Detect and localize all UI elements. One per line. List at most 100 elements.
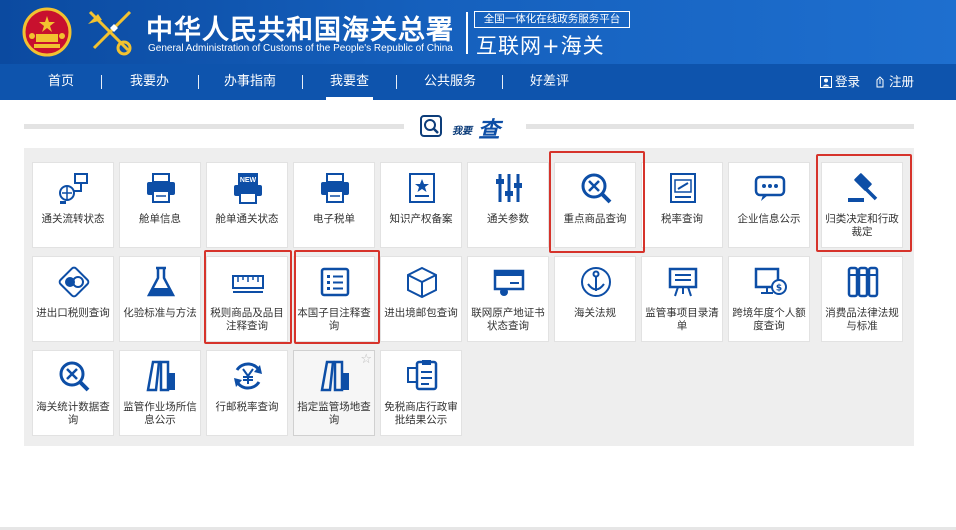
tile-ip-record[interactable]: 知识产权备案 (380, 162, 462, 248)
chat-bubble-icon (754, 175, 786, 201)
tile-designated-site-query[interactable]: ☆ 指定监管场地查询 (293, 350, 375, 436)
book-rack-icon (847, 266, 879, 298)
tile-label: 通关参数 (487, 213, 529, 225)
flask-icon (146, 266, 176, 297)
money-monitor-icon: $ (754, 267, 787, 295)
nav-item-query[interactable]: 我要查 (325, 64, 374, 100)
tile-key-goods-query[interactable]: 重点商品查询 (554, 162, 636, 248)
tile-clearance-params[interactable]: 通关参数 (467, 162, 549, 248)
tile-supervision-item-list[interactable]: 监管事项目录清单 (641, 256, 723, 342)
tile-consumer-goods-law[interactable]: 消费品法律法规与标准 (821, 256, 903, 342)
tile-label: 免税商店行政审批结果公示 (384, 401, 458, 426)
tile-label: 进出境邮包查询 (384, 307, 458, 319)
section-rule-left (24, 124, 404, 129)
tile-manifest-info[interactable]: 舱单信息 (119, 162, 201, 248)
tile-supervision-site-info[interactable]: 监管作业场所信息公示 (119, 350, 201, 436)
parcel-box-icon (407, 266, 437, 299)
site-header: 中华人民共和国海关总署 General Administration of Cu… (0, 0, 956, 64)
section-rule-right (526, 124, 914, 129)
magnifier-icon (420, 115, 442, 137)
section-title: 查 (478, 118, 501, 143)
tile-postal-parcel-query[interactable]: 进出境邮包查询 (380, 256, 462, 342)
tile-label: 本国子目注释查询 (297, 307, 371, 332)
nav-separator (101, 75, 102, 89)
printer-icon (321, 173, 349, 203)
section-title-prefix: 我要 (452, 126, 472, 137)
tile-lab-standards[interactable]: 化验标准与方法 (119, 256, 201, 342)
tile-tax-rate-query[interactable]: 税率查询 (641, 162, 723, 248)
tile-label: 行邮税率查询 (215, 401, 279, 413)
list-document-icon (320, 267, 350, 297)
tile-national-subheading-notes[interactable]: 本国子目注释查询 (293, 256, 375, 342)
search-tools-icon (59, 361, 90, 392)
coins-icon (58, 266, 90, 298)
nav-item-guide[interactable]: 办事指南 (224, 64, 276, 100)
national-emblem-icon (22, 7, 72, 57)
anchor-icon (581, 267, 611, 297)
tile-customs-statistics[interactable]: 海关统计数据查询 (32, 350, 114, 436)
tile-label: 监管作业场所信息公示 (123, 401, 197, 426)
new-document-printer-icon: NEW (234, 173, 262, 204)
nav-item-home[interactable]: 首页 (48, 64, 74, 100)
tile-label: 指定监管场地查询 (297, 401, 371, 426)
login-link[interactable]: 登录 (820, 64, 860, 100)
tile-label: 税则商品及品目注释查询 (210, 307, 284, 332)
login-label: 登录 (835, 74, 861, 89)
tile-label: 海关法规 (574, 307, 616, 319)
site-title: 中华人民共和国海关总署 (146, 15, 454, 46)
nav-separator (396, 75, 397, 89)
network-flow-icon (59, 173, 88, 204)
nav-separator (302, 75, 303, 89)
clipboard-screen-icon (407, 360, 438, 391)
tile-label: 税率查询 (661, 213, 703, 225)
tile-enterprise-info[interactable]: 企业信息公示 (728, 162, 810, 248)
main-nav: 首页 我要办 办事指南 我要查 公共服务 好差评 登录 注册 (0, 64, 956, 100)
easel-board-icon (668, 267, 698, 297)
gavel-icon (848, 173, 878, 202)
tile-label: 消费品法律法规与标准 (825, 307, 899, 332)
warehouse-icon (320, 360, 349, 392)
tile-customs-flow-status[interactable]: 通关流转状态 (32, 162, 114, 248)
tile-tariff-goods-notes[interactable]: 税则商品及品目注释查询 (206, 256, 288, 342)
tile-customs-regulations[interactable]: 海关法规 (554, 256, 636, 342)
tile-postal-tax-rate[interactable]: 行邮税率查询 (206, 350, 288, 436)
tile-label: 跨境年度个人额度查询 (732, 307, 806, 332)
portal-tagline: 全国一体化在线政务服务平台 (474, 11, 630, 28)
nav-item-handle[interactable]: 我要办 (130, 64, 169, 100)
tile-label: 电子税单 (313, 213, 355, 225)
site-title-english: General Administration of Customs of the… (148, 43, 453, 54)
tile-label: 重点商品查询 (563, 213, 627, 225)
certificate-stamp-icon (493, 269, 525, 296)
yen-cycle-icon (234, 362, 262, 390)
tile-label: 联网原产地证书状态查询 (471, 307, 545, 332)
tile-label: 企业信息公示 (737, 213, 801, 225)
header-divider (466, 12, 468, 54)
tile-e-tax-bill[interactable]: 电子税单 (293, 162, 375, 248)
tile-manifest-clearance-status[interactable]: NEW 舱单通关状态 (206, 162, 288, 248)
svg-text:NEW: NEW (240, 177, 257, 184)
nav-item-rating[interactable]: 好差评 (530, 64, 569, 100)
tile-cross-border-quota[interactable]: $ 跨境年度个人额度查询 (728, 256, 810, 342)
user-icon (820, 76, 832, 88)
tile-label: 海关统计数据查询 (36, 401, 110, 426)
register-icon (876, 76, 884, 88)
tile-label: 归类决定和行政裁定 (825, 213, 899, 238)
favorite-star-icon[interactable]: ☆ (360, 352, 372, 367)
warehouse-icon (146, 360, 175, 392)
tile-duty-free-approval[interactable]: 免税商店行政审批结果公示 (380, 350, 462, 436)
sliders-icon (496, 174, 522, 202)
tile-classification-rulings[interactable]: 归类决定和行政裁定 (821, 162, 903, 248)
register-link[interactable]: 注册 (874, 64, 914, 100)
tile-label: 通关流转状态 (41, 213, 105, 225)
tile-label: 舱单通关状态 (215, 213, 279, 225)
nav-item-public-service[interactable]: 公共服务 (424, 64, 476, 100)
customs-emblem-icon (88, 10, 132, 56)
tile-label: 化验标准与方法 (123, 307, 197, 319)
tile-origin-certificate-status[interactable]: 联网原产地证书状态查询 (467, 256, 549, 342)
tax-book-icon (670, 173, 696, 203)
ruler-icon (232, 275, 264, 293)
tile-tariff-query[interactable]: 进出口税则查询 (32, 256, 114, 342)
register-label: 注册 (889, 74, 915, 89)
portal-name: 互联网+海关 (476, 34, 605, 58)
tile-label: 舱单信息 (139, 213, 181, 225)
